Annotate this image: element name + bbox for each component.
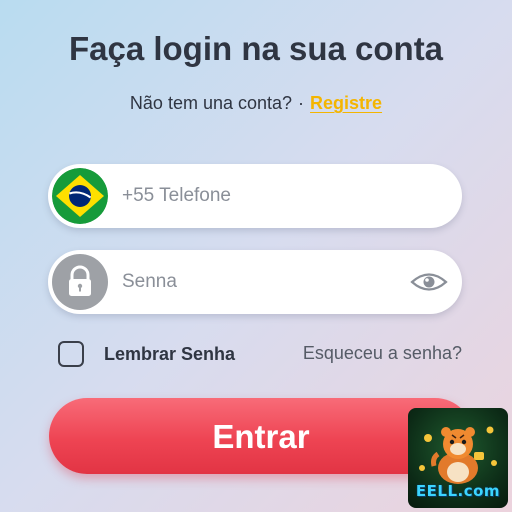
remember-option[interactable]: Lembrar Senha <box>58 339 235 369</box>
register-prompt-text: Não tem una conta? <box>129 93 293 113</box>
separator-dot: · <box>298 93 305 113</box>
register-prompt: Não tem una conta? · Registre <box>0 93 512 114</box>
remember-label: Lembrar Senha <box>104 343 236 364</box>
remember-checkbox[interactable] <box>58 341 84 367</box>
eye-icon[interactable] <box>410 270 448 294</box>
password-field[interactable] <box>48 250 462 314</box>
watermark-text: EELL.com <box>415 482 501 500</box>
register-link[interactable]: Registre <box>310 93 382 113</box>
password-input[interactable] <box>122 250 422 314</box>
lock-icon <box>52 254 108 310</box>
forgot-password-link[interactable]: Esqueceu a senha? <box>303 343 462 364</box>
phone-input[interactable] <box>122 164 422 228</box>
brazil-flag-icon[interactable] <box>52 168 108 224</box>
page-title: Faça login na sua conta <box>68 30 444 67</box>
watermark-badge: EELL.com <box>408 408 508 508</box>
phone-field[interactable] <box>48 164 462 228</box>
